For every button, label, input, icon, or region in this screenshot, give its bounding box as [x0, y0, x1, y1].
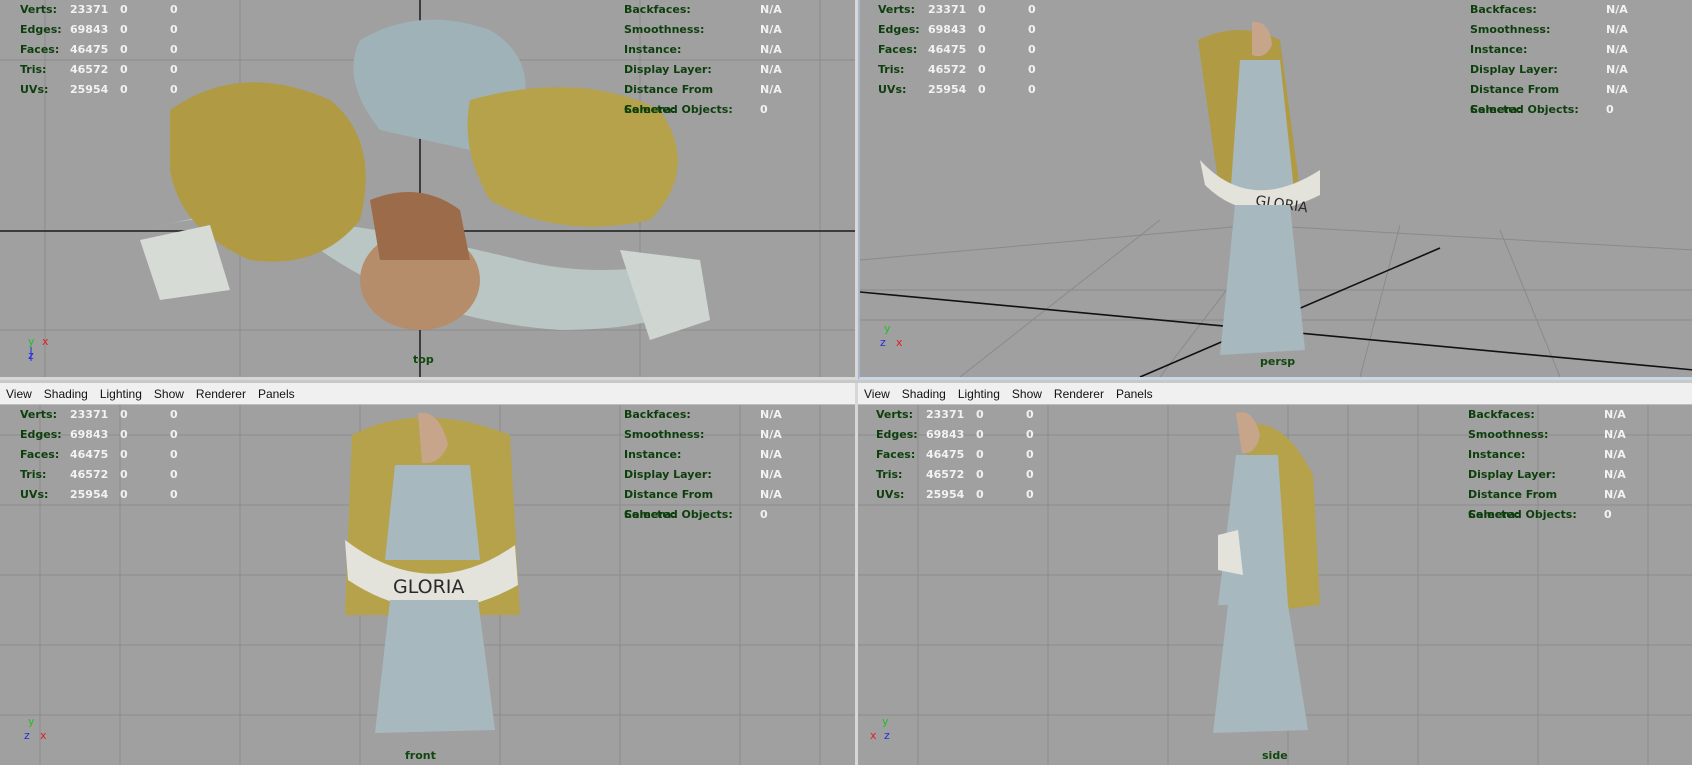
menu-lighting[interactable]: Lighting [100, 387, 142, 401]
menu-show[interactable]: Show [154, 387, 184, 401]
svg-text:x: x [42, 335, 49, 348]
menu-lighting[interactable]: Lighting [958, 387, 1000, 401]
menu-panels[interactable]: Panels [258, 387, 295, 401]
hud-display-layer: Display Layer: N/A [1468, 468, 1626, 481]
viewport-label-top: top [413, 353, 434, 366]
hud-instance: Instance: N/A [1470, 43, 1628, 56]
hud-info: Backfaces: N/A Smoothness: N/A Instance: N/… [1470, 0, 1646, 120]
axis-indicator: y z x [22, 713, 62, 753]
axis-indicator: y x z [24, 333, 64, 373]
hud-backfaces: Backfaces: N/A [624, 408, 782, 421]
hud-row-tris: Tris: 46572 0 0 [20, 468, 178, 481]
hud-display-layer: Display Layer: N/A [1470, 63, 1628, 76]
viewport-menubar: View Shading Lighting Show Renderer Pane… [0, 383, 855, 405]
hud-smoothness: Smoothness: N/A [1470, 23, 1628, 36]
hud-stats: Verts: 23371 0 0 Edges: 69843 0 0 Faces: 46475 0… [20, 0, 210, 100]
hud-row-edges: Edges: 69843 0 0 [20, 23, 178, 36]
svg-text:z: z [884, 729, 890, 742]
hud-info: Backfaces: N/A Smoothness: N/A Instance: N/… [624, 0, 800, 120]
hud-distance-from-camera: Distance From Camera: N/A [1468, 488, 1626, 521]
hud-selected-objects: Selected Objects: 0 [1470, 103, 1614, 116]
hud-row-edges: Edges: 69843 0 0 [878, 23, 1036, 36]
hud-instance: Instance: N/A [624, 448, 782, 461]
menu-view[interactable]: View [6, 387, 32, 401]
viewport-label-persp: persp [1260, 355, 1296, 368]
hud-stats: Verts: 23371 0 0 Edges: 69843 0 0 Faces: 46475 0… [878, 0, 1068, 100]
hud-row-faces: Faces: 46475 0 0 [878, 43, 1036, 56]
viewport-front-panel[interactable]: View Shading Lighting Show Renderer Pane… [0, 383, 858, 765]
menu-panels[interactable]: Panels [1116, 387, 1153, 401]
hud-row-faces: Faces: 46475 0 0 [876, 448, 1034, 461]
hud-row-edges: Edges: 69843 0 0 [876, 428, 1034, 441]
hud-smoothness: Smoothness: N/A [624, 428, 782, 441]
menu-shading[interactable]: Shading [44, 387, 88, 401]
hud-row-faces: Faces: 46475 0 0 [20, 43, 178, 56]
hud-instance: Instance: N/A [624, 43, 782, 56]
hud-display-layer: Display Layer: N/A [624, 468, 782, 481]
hud-row-faces: Faces: 46475 0 0 [20, 448, 178, 461]
hud-smoothness: Smoothness: N/A [1468, 428, 1626, 441]
menu-show[interactable]: Show [1012, 387, 1042, 401]
svg-text:y: y [884, 322, 891, 335]
viewport-menubar: View Shading Lighting Show Renderer Pane… [858, 383, 1692, 405]
hud-stats: Verts: 23371 0 0 Edges: 69843 0 0 Faces: 46475 0… [876, 405, 1066, 505]
hud-selected-objects: Selected Objects: 0 [624, 508, 768, 521]
hud-row-uvs: UVs: 25954 0 0 [876, 488, 1034, 501]
hud-distance-from-camera: Distance From Camera: N/A [624, 83, 782, 116]
hud-row-uvs: UVs: 25954 0 0 [20, 488, 178, 501]
svg-text:y: y [882, 715, 889, 728]
svg-text:z: z [24, 729, 30, 742]
svg-text:GLORIA: GLORIA [393, 576, 464, 598]
hud-distance-from-camera: Distance From Camera: N/A [624, 488, 782, 521]
menu-renderer[interactable]: Renderer [1054, 387, 1104, 401]
menu-renderer[interactable]: Renderer [196, 387, 246, 401]
hud-backfaces: Backfaces: N/A [624, 3, 782, 16]
menu-shading[interactable]: Shading [902, 387, 946, 401]
axis-indicator: y x z [868, 713, 908, 753]
hud-row-edges: Edges: 69843 0 0 [20, 428, 178, 441]
svg-text:x: x [40, 729, 47, 742]
hud-row-tris: Tris: 46572 0 0 [878, 63, 1036, 76]
hud-row-verts: Verts: 23371 0 0 [878, 3, 1036, 16]
hud-distance-from-camera: Distance From Camera: N/A [1470, 83, 1628, 116]
viewport-persp-panel[interactable]: GLORIA Verts: 23371 0 0 Edges: 69843 0 0 Faces… [858, 0, 1692, 380]
hud-stats: Verts: 23371 0 0 Edges: 69843 0 0 Faces: 46475 0… [20, 405, 210, 505]
hud-row-uvs: UVs: 25954 0 0 [878, 83, 1036, 96]
hud-display-layer: Display Layer: N/A [624, 63, 782, 76]
viewport-label-side: side [1262, 749, 1288, 762]
hud-selected-objects: Selected Objects: 0 [1468, 508, 1612, 521]
hud-backfaces: Backfaces: N/A [1470, 3, 1628, 16]
hud-row-uvs: UVs: 25954 0 0 [20, 83, 178, 96]
hud-row-verts: Verts: 23371 0 0 [20, 408, 178, 421]
axis-indicator: y z x [878, 322, 918, 362]
hud-row-tris: Tris: 46572 0 0 [20, 63, 178, 76]
hud-info: Backfaces: N/A Smoothness: N/A Instance: N/… [624, 405, 800, 525]
hud-row-verts: Verts: 23371 0 0 [20, 3, 178, 16]
svg-text:x: x [896, 336, 903, 349]
viewport-side-panel[interactable]: View Shading Lighting Show Renderer Pane… [858, 383, 1692, 765]
svg-text:z: z [880, 336, 886, 349]
hud-smoothness: Smoothness: N/A [624, 23, 782, 36]
hud-selected-objects: Selected Objects: 0 [624, 103, 768, 116]
viewport-top-panel[interactable]: Verts: 23371 0 0 Edges: 69843 0 0 Faces: 46475 0… [0, 0, 858, 380]
svg-text:x: x [870, 729, 877, 742]
hud-row-tris: Tris: 46572 0 0 [876, 468, 1034, 481]
hud-backfaces: Backfaces: N/A [1468, 408, 1626, 421]
menu-view[interactable]: View [864, 387, 890, 401]
viewport-label-front: front [405, 749, 436, 762]
svg-text:y: y [28, 715, 35, 728]
svg-text:y: y [28, 335, 35, 348]
hud-instance: Instance: N/A [1468, 448, 1626, 461]
hud-row-verts: Verts: 23371 0 0 [876, 408, 1034, 421]
hud-info: Backfaces: N/A Smoothness: N/A Instance: N/… [1468, 405, 1644, 525]
